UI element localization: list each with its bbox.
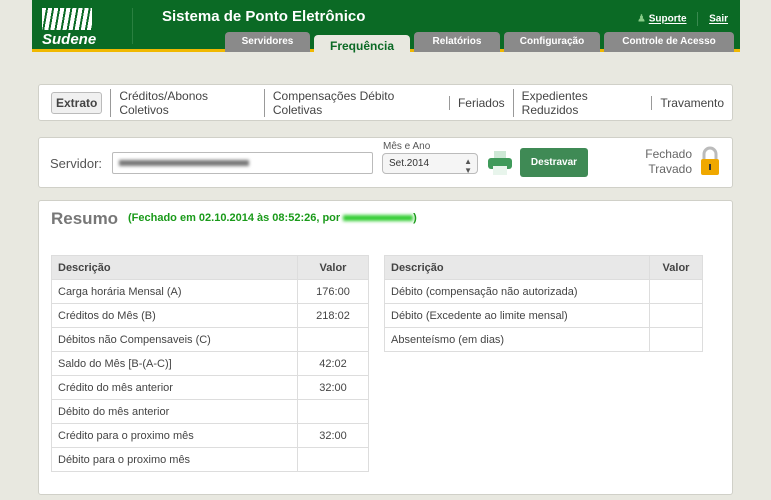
row-description: Crédito do mês anterior [51, 375, 298, 400]
subnav-expedientes[interactable]: Expedientes Reduzidos [512, 88, 652, 117]
table-row: Crédito para o proximo mês 32:00 [51, 423, 369, 448]
lock-status: Fechado Travado [645, 147, 692, 177]
tab-servidores[interactable]: Servidores [225, 32, 310, 52]
subnav-travamento[interactable]: Travamento [651, 95, 732, 110]
app-title: Sistema de Ponto Eletrônico [162, 8, 366, 25]
table-row: Débito (Excedente ao limite mensal) [384, 303, 703, 328]
col-descricao: Descrição [51, 255, 298, 280]
subnav-compensacoes[interactable]: Compensações Débito Coletivas [263, 88, 449, 117]
row-description: Débito (compensação não autorizada) [384, 279, 650, 304]
main-tabs: Servidores Frequência Relatórios Configu… [225, 32, 734, 58]
servidor-label: Servidor: [50, 156, 103, 171]
row-value [297, 327, 369, 352]
support-link[interactable]: Suporte [649, 14, 687, 25]
row-description: Absenteísmo (em dias) [384, 327, 650, 352]
row-description: Créditos do Mês (B) [51, 303, 298, 328]
mes-label: Mês e Ano [383, 141, 431, 152]
status-locked: Travado [648, 162, 692, 176]
col-valor: Valor [649, 255, 703, 280]
sub-navigation: Extrato Créditos/Abonos Coletivos Compen… [38, 84, 733, 121]
col-descricao: Descrição [384, 255, 650, 280]
resumo-subtitle-text: (Fechado em 02.10.2014 às 08:52:26, por [128, 212, 341, 224]
subnav-extrato[interactable]: Extrato [51, 91, 103, 114]
resumo-title: Resumo [51, 209, 119, 228]
table-row: Créditos do Mês (B) 218:02 [51, 303, 369, 328]
subnav-creditos[interactable]: Créditos/Abonos Coletivos [110, 88, 264, 117]
row-value [297, 399, 369, 424]
table-row: Crédito do mês anterior 32:00 [51, 375, 369, 400]
row-value: 42:02 [297, 351, 369, 376]
table-row: Débitos não Compensaveis (C) [51, 327, 369, 352]
row-value: 218:02 [297, 303, 369, 328]
logout-link[interactable]: Sair [709, 14, 728, 25]
row-value: 32:00 [297, 423, 369, 448]
header: Sudene Sistema de Ponto Eletrônico ♟ Sup… [32, 0, 740, 58]
filter-panel: Servidor: Mês e Ano Set.2014 ▲ ▼ Destravar… [38, 137, 733, 188]
row-value [649, 279, 703, 304]
table-row: Absenteísmo (em dias) [384, 327, 703, 352]
servidor-input[interactable] [112, 152, 373, 174]
printer-icon[interactable] [487, 150, 513, 176]
row-description: Débito (Excedente ao limite mensal) [384, 303, 650, 328]
summary-table-left: Descrição Valor Carga horária Mensal (A) 1… [51, 255, 369, 472]
status-closed: Fechado [645, 147, 692, 161]
table-row: Débito para o proximo mês [51, 447, 369, 472]
row-description: Crédito para o proximo mês [51, 423, 298, 448]
row-description: Carga horária Mensal (A) [51, 279, 298, 304]
tab-frequencia[interactable]: Frequência [314, 35, 410, 58]
row-value [649, 327, 703, 352]
lock-icon [701, 146, 719, 175]
col-valor: Valor [297, 255, 369, 280]
header-links: ♟ Suporte Sair [637, 12, 728, 26]
table-row: Débito (compensação não autorizada) [384, 279, 703, 304]
divider [132, 8, 133, 44]
logo-text: Sudene [42, 31, 97, 48]
tab-configuracao[interactable]: Configuração [504, 32, 600, 52]
row-value: 32:00 [297, 375, 369, 400]
table-row: Saldo do Mês [B-(A-C)] 42:02 [51, 351, 369, 376]
row-value: 176:00 [297, 279, 369, 304]
summary-table-right: Descrição Valor Débito (compensação não a… [384, 255, 703, 352]
row-description: Débito do mês anterior [51, 399, 298, 424]
tab-relatorios[interactable]: Relatórios [414, 32, 500, 52]
table-row: Débito do mês anterior [51, 399, 369, 424]
mes-value: Set.2014 [389, 158, 430, 169]
row-value [297, 447, 369, 472]
row-description: Saldo do Mês [B-(A-C)] [51, 351, 298, 376]
sudene-logo[interactable]: Sudene [42, 8, 96, 48]
row-description: Débito para o proximo mês [51, 447, 298, 472]
resumo-panel: Resumo (Fechado em 02.10.2014 às 08:52:2… [38, 200, 733, 495]
row-value [649, 303, 703, 328]
table-row: Carga horária Mensal (A) 176:00 [51, 279, 369, 304]
mes-ano-select[interactable]: Set.2014 ▲ ▼ [382, 153, 478, 175]
user-icon: ♟ [637, 13, 646, 25]
unlock-button[interactable]: Destravar [520, 148, 588, 177]
resumo-subtitle: (Fechado em 02.10.2014 às 08:52:26, por) [128, 212, 417, 224]
select-arrows-icon: ▲ ▼ [464, 157, 472, 175]
row-description: Débitos não Compensaveis (C) [51, 327, 298, 352]
tab-controle-acesso[interactable]: Controle de Acesso [604, 32, 734, 52]
subnav-feriados[interactable]: Feriados [448, 95, 513, 110]
